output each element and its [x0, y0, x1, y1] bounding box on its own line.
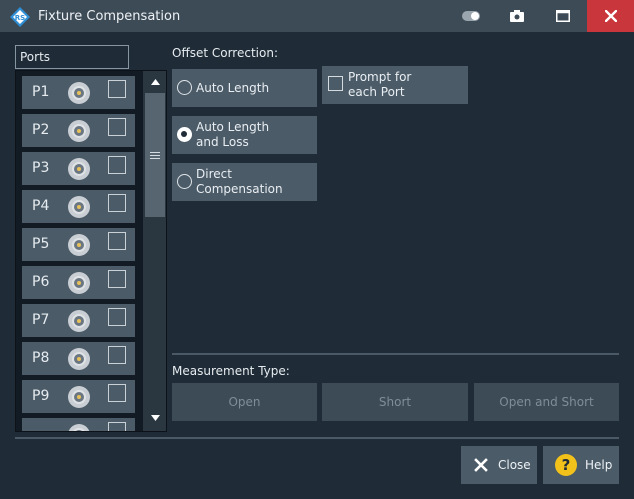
radio-label: Auto Length — [196, 81, 270, 95]
connector-icon — [68, 158, 90, 180]
connector-icon — [68, 348, 90, 370]
ports-list: P1 P2 P3 P4 P5 P6 P7 P8 P9 — [15, 70, 167, 432]
connector-icon — [68, 386, 90, 408]
title-bar: RS Fixture Compensation — [0, 0, 634, 32]
ports-header: Ports — [15, 45, 129, 69]
arrow-up-icon — [150, 79, 160, 85]
connector-icon — [68, 196, 90, 218]
port-checkbox[interactable] — [108, 308, 126, 326]
radio-direct-compensation[interactable]: Direct Compensation — [172, 163, 317, 201]
port-label: P7 — [32, 312, 50, 328]
port-checkbox[interactable] — [108, 194, 126, 212]
port-label: P2 — [32, 122, 50, 138]
radio-auto-length[interactable]: Auto Length — [172, 69, 317, 107]
measurement-type-label: Measurement Type: — [172, 364, 290, 378]
connector-icon — [68, 310, 90, 332]
port-row[interactable]: P1 — [22, 76, 135, 109]
window-close-button[interactable] — [587, 0, 634, 32]
app-logo-icon: RS — [10, 7, 30, 27]
port-checkbox[interactable] — [108, 118, 126, 136]
ports-scrollbar[interactable] — [143, 71, 166, 431]
divider — [172, 353, 619, 355]
help-label: Help — [585, 458, 613, 472]
window-title: Fixture Compensation — [38, 9, 181, 24]
grip-icon — [150, 151, 160, 159]
port-checkbox[interactable] — [108, 346, 126, 364]
port-row[interactable]: P2 — [22, 114, 135, 147]
port-label: P3 — [32, 160, 50, 176]
radio-circle — [177, 80, 192, 95]
toggle-icon — [462, 11, 480, 21]
port-label: P9 — [32, 388, 50, 404]
connector-icon — [68, 424, 90, 431]
radio-label: Auto Length and Loss — [196, 120, 270, 149]
radio-circle — [177, 127, 192, 142]
svg-text:RS: RS — [15, 14, 25, 22]
port-row[interactable]: P9 — [22, 380, 135, 413]
connector-icon — [68, 272, 90, 294]
help-icon: ? — [555, 454, 577, 476]
checkbox — [328, 76, 343, 91]
connector-icon — [68, 82, 90, 104]
port-label: P5 — [32, 236, 50, 252]
port-checkbox[interactable] — [108, 156, 126, 174]
port-checkbox[interactable] — [108, 232, 126, 250]
scroll-thumb[interactable] — [145, 93, 165, 217]
connector-icon — [68, 234, 90, 256]
help-button[interactable]: ? Help — [543, 446, 619, 484]
port-checkbox[interactable] — [108, 384, 126, 402]
port-checkbox[interactable] — [108, 422, 126, 431]
port-label: P1 — [32, 84, 50, 100]
port-row[interactable]: P8 — [22, 342, 135, 375]
port-checkbox[interactable] — [108, 270, 126, 288]
connector-icon — [68, 120, 90, 142]
open-and-short-button[interactable]: Open and Short — [474, 383, 619, 421]
port-row[interactable]: P5 — [22, 228, 135, 261]
scroll-down-button[interactable] — [143, 409, 166, 427]
port-row[interactable]: P3 — [22, 152, 135, 185]
scroll-up-button[interactable] — [143, 73, 166, 91]
port-label: P8 — [32, 350, 50, 366]
radio-auto-length-and-loss[interactable]: Auto Length and Loss — [172, 116, 317, 154]
offset-correction-label: Offset Correction: — [172, 46, 278, 60]
port-row-partial[interactable] — [22, 418, 135, 431]
port-checkbox[interactable] — [108, 80, 126, 98]
port-label: P4 — [32, 198, 50, 214]
radio-circle — [177, 174, 192, 189]
port-row[interactable]: P6 — [22, 266, 135, 299]
port-row[interactable]: P4 — [22, 190, 135, 223]
close-button[interactable]: Close — [461, 446, 537, 484]
close-label: Close — [498, 458, 531, 472]
screenshot-button[interactable] — [495, 0, 539, 32]
port-row[interactable]: P7 — [22, 304, 135, 337]
prompt-label: Prompt for each Port — [348, 70, 412, 99]
port-label: P6 — [32, 274, 50, 290]
maximize-button[interactable] — [541, 0, 585, 32]
short-button[interactable]: Short — [322, 383, 468, 421]
toggle-button[interactable] — [449, 0, 493, 32]
arrow-down-icon — [150, 415, 160, 421]
maximize-icon — [556, 10, 570, 22]
camera-icon — [510, 10, 524, 22]
close-icon — [604, 10, 617, 22]
open-button[interactable]: Open — [172, 383, 317, 421]
prompt-for-each-port-checkbox[interactable]: Prompt for each Port — [322, 66, 468, 104]
close-icon — [474, 458, 488, 472]
radio-label: Direct Compensation — [196, 167, 283, 196]
divider — [15, 437, 619, 439]
